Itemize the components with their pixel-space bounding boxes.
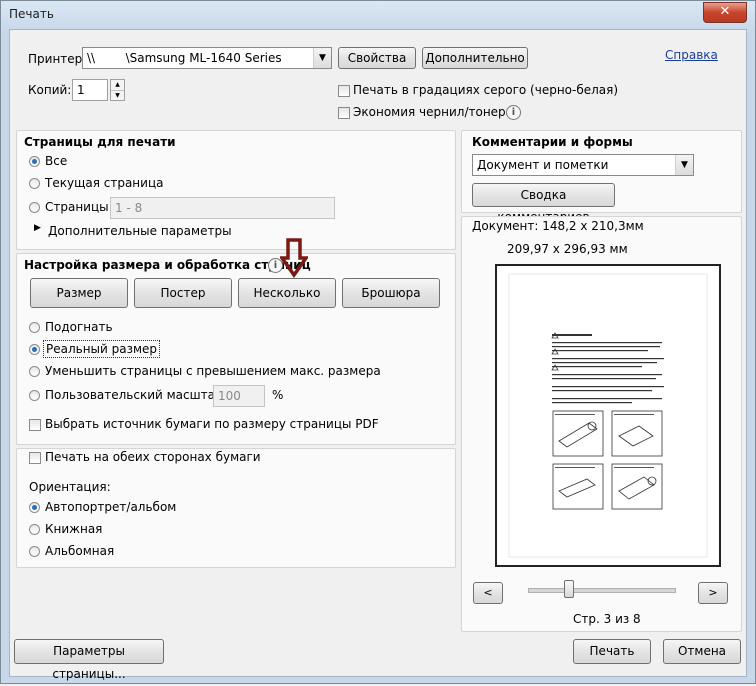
- orientation-landscape-radio[interactable]: [29, 546, 40, 557]
- tab-poster[interactable]: Постер: [134, 278, 232, 308]
- custom-scale-label: Пользовательский масштаб:: [45, 388, 227, 402]
- next-page-button[interactable]: >: [698, 582, 728, 604]
- pages-current-label: Текущая страница: [45, 176, 164, 190]
- orientation-portrait-label: Книжная: [45, 522, 103, 536]
- properties-button[interactable]: Свойства: [338, 47, 416, 69]
- comments-summary-button[interactable]: Сводка комментариев: [472, 183, 615, 224]
- paper-size-label: 209,97 x 296,93 мм: [507, 242, 628, 256]
- more-options-label[interactable]: Дополнительные параметры: [48, 224, 232, 238]
- title-bar: Печать ✕: [1, 1, 755, 29]
- shrink-label: Уменьшить страницы с превышением макс. р…: [45, 364, 381, 378]
- fit-label: Подогнать: [45, 320, 113, 334]
- page-slider-track[interactable]: [528, 588, 676, 593]
- custom-scale-radio[interactable]: [29, 390, 40, 401]
- tab-size[interactable]: Размер: [30, 278, 128, 308]
- prev-page-button[interactable]: <: [473, 582, 503, 604]
- print-button[interactable]: Печать: [573, 639, 651, 664]
- pages-header: Страницы для печати: [24, 135, 176, 149]
- shrink-radio[interactable]: [29, 366, 40, 377]
- percent-label: %: [272, 388, 284, 402]
- pages-range-label: Страницы: [45, 200, 109, 214]
- comments-header: Комментарии и формы: [472, 135, 633, 149]
- copies-label: Копий:: [28, 83, 72, 97]
- doc-size-label: Документ: 148,2 x 210,3мм: [472, 219, 644, 233]
- orientation-auto-label: Автопортрет/альбом: [45, 500, 177, 514]
- grayscale-checkbox[interactable]: [338, 85, 350, 97]
- stepper-down-icon[interactable]: ▼: [111, 91, 124, 101]
- info-icon[interactable]: i: [506, 105, 521, 120]
- expand-triangle-icon[interactable]: ▶: [34, 223, 41, 233]
- duplex-label: Печать на обеих сторонах бумаги: [45, 450, 261, 464]
- pages-range-input[interactable]: 1 - 8: [110, 197, 335, 219]
- orientation-portrait-radio[interactable]: [29, 524, 40, 535]
- page-slider-thumb[interactable]: [564, 580, 574, 598]
- page-setup-button[interactable]: Параметры страницы...: [14, 639, 164, 681]
- save-ink-checkbox[interactable]: [338, 107, 350, 119]
- pages-current-radio[interactable]: [29, 178, 40, 189]
- stepper-up-icon[interactable]: ▲: [111, 80, 124, 91]
- orientation-auto-radio[interactable]: [29, 502, 40, 513]
- paper-source-checkbox[interactable]: [29, 419, 41, 431]
- tab-multiple[interactable]: Несколько: [238, 278, 336, 308]
- cancel-button[interactable]: Отмена: [663, 639, 741, 664]
- page-status: Стр. 3 из 8: [573, 612, 641, 626]
- tab-booklet[interactable]: Брошюра: [342, 278, 440, 308]
- printer-select-value: \\ \Samsung ML-1640 Series: [87, 51, 282, 65]
- page-preview: [495, 264, 721, 567]
- fit-radio[interactable]: [29, 322, 40, 333]
- printer-label: Принтер:: [28, 52, 87, 66]
- close-icon[interactable]: ✕: [703, 2, 747, 23]
- duplex-checkbox[interactable]: [29, 452, 41, 464]
- window-title: Печать: [9, 7, 54, 21]
- actual-size-radio[interactable]: [29, 344, 40, 355]
- grayscale-label: Печать в градациях серого (черно-белая): [353, 83, 619, 97]
- copies-stepper[interactable]: ▲ ▼: [110, 79, 125, 101]
- copies-input[interactable]: 1: [72, 79, 108, 101]
- advanced-button[interactable]: Дополнительно: [422, 47, 528, 69]
- custom-scale-input[interactable]: 100: [213, 385, 265, 407]
- pages-range-radio[interactable]: [29, 202, 40, 213]
- save-ink-label: Экономия чернил/тонера: [353, 105, 514, 119]
- pages-all-radio[interactable]: [29, 156, 40, 167]
- chevron-down-icon: ▼: [675, 155, 693, 175]
- chevron-down-icon: ▼: [313, 48, 331, 68]
- orientation-landscape-label: Альбомная: [45, 544, 115, 558]
- pages-all-label: Все: [45, 154, 68, 168]
- page-preview-thumbnail: [508, 273, 708, 558]
- orientation-header: Ориентация:: [29, 480, 111, 494]
- help-link[interactable]: Справка: [665, 48, 718, 62]
- annotation-arrow-icon: [280, 238, 308, 278]
- printer-select[interactable]: \\ \Samsung ML-1640 Series ▼: [82, 47, 332, 69]
- actual-size-label: Реальный размер: [43, 340, 161, 358]
- comments-select-value: Документ и пометки: [477, 158, 609, 172]
- paper-source-label: Выбрать источник бумаги по размеру стран…: [45, 417, 379, 431]
- comments-select[interactable]: Документ и пометки ▼: [472, 154, 694, 176]
